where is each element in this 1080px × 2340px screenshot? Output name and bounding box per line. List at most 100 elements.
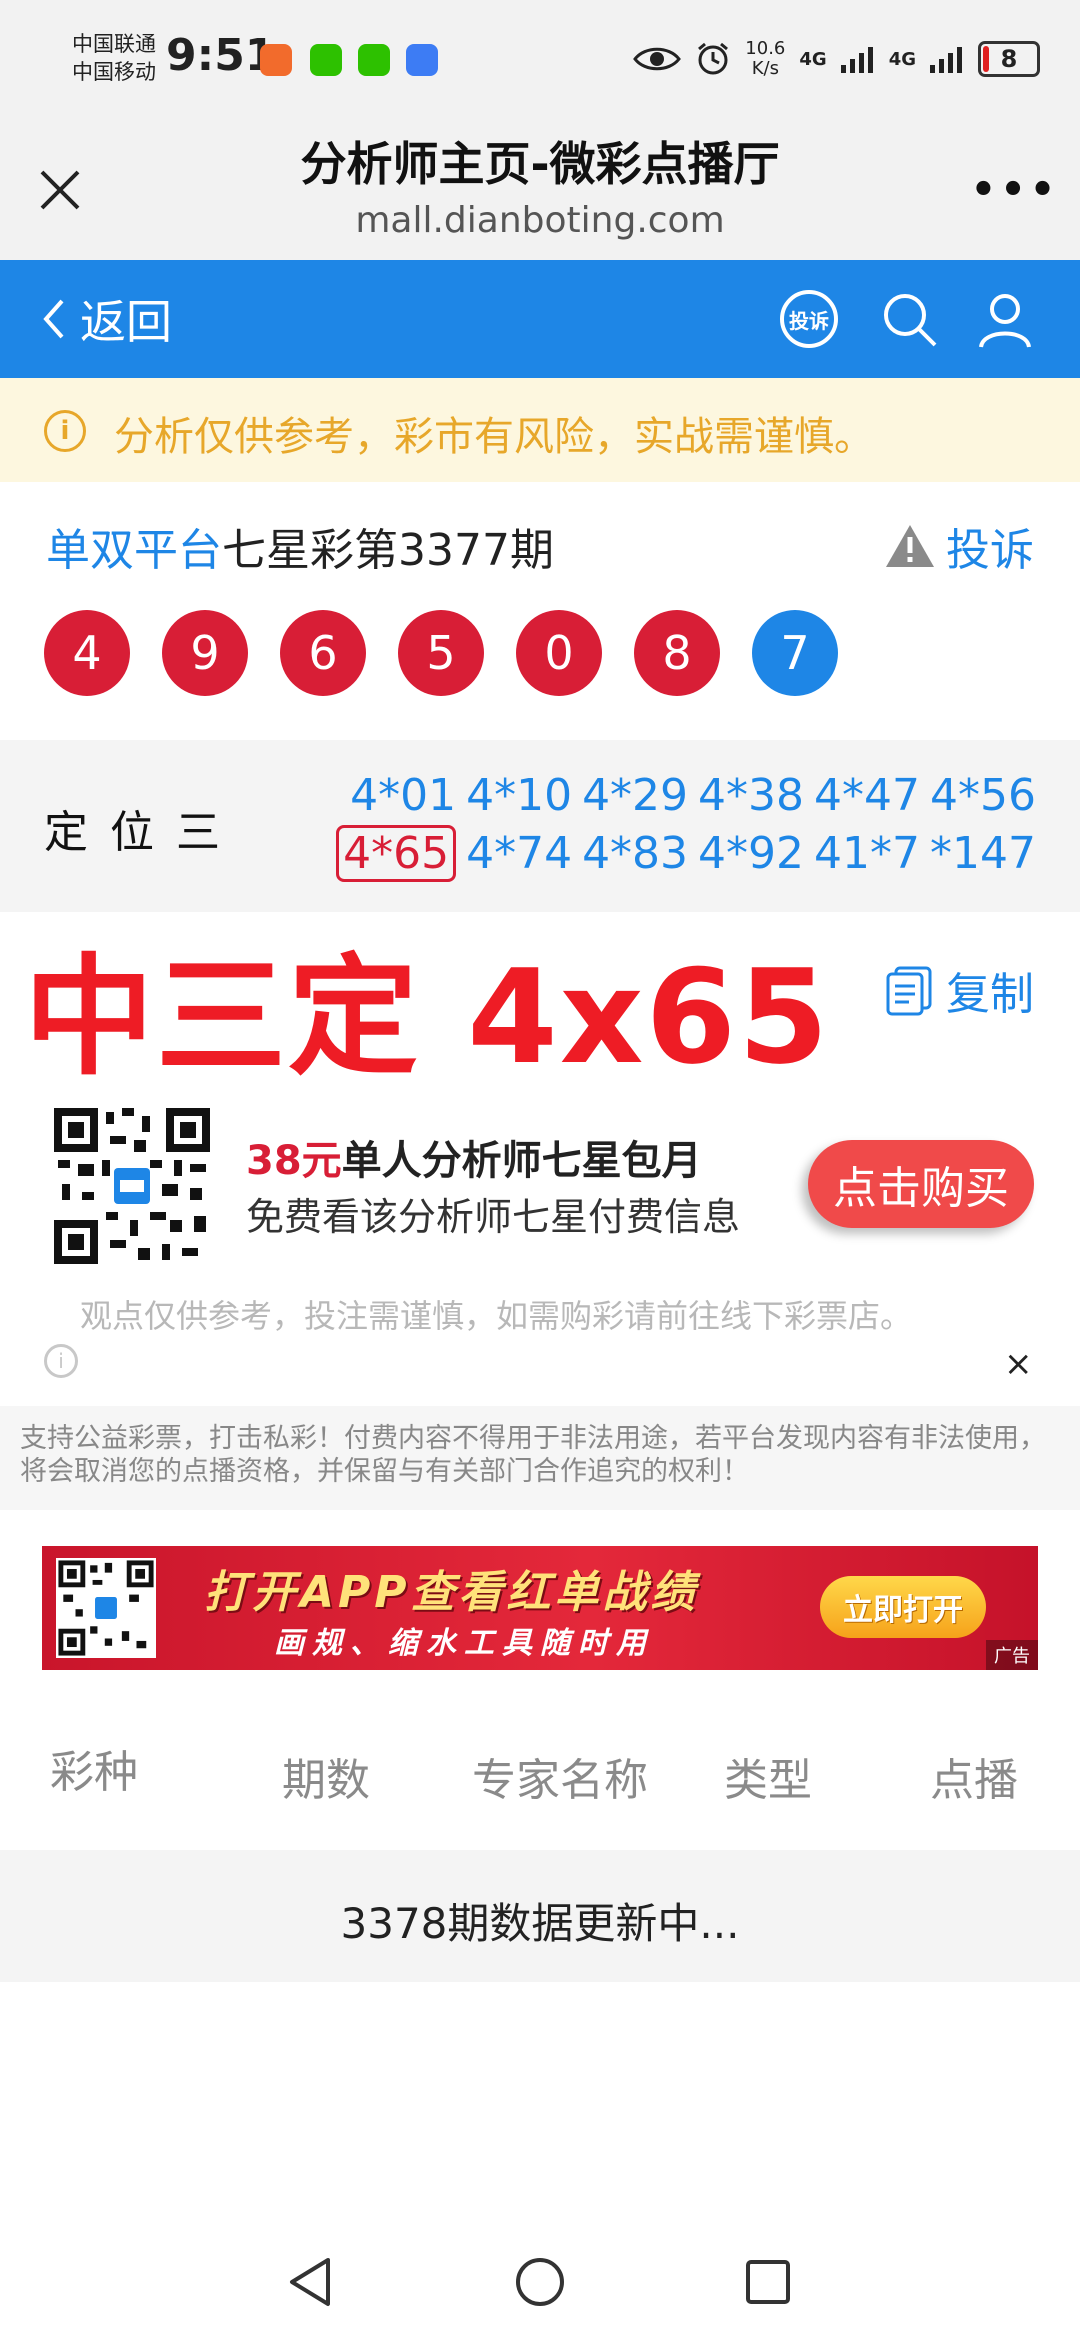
info-icon: i [44,1344,78,1378]
user-icon [979,294,1031,348]
info-icon: i [44,410,86,452]
app-notification-icon [260,44,292,76]
prediction-type: 定位三 [44,807,242,858]
winning-numbers: 4 9 6 5 0 8 7 [44,610,838,696]
warning-icon [886,525,934,567]
prediction-number: 4*10 [466,770,573,821]
battery-icon: 8 [978,41,1040,77]
prediction-line-1: 4*01 4*10 4*29 4*38 4*47 4*56 [340,770,1036,821]
net-speed: 10.6 K/s [745,39,785,79]
number-ball: 4 [44,610,130,696]
signal-label-1: 4G [799,48,827,70]
promo-title-text: 单人分析师七星包月 [341,1138,702,1184]
close-disclaimer-button[interactable]: × [1004,1344,1033,1384]
signal-bars-icon [840,47,873,73]
net-speed-unit: K/s [751,58,779,79]
column-header-issue: 期数 [282,1755,370,1806]
page-title: 分析师主页-微彩点播厅 [300,137,780,191]
recents-square-icon [746,2260,790,2304]
number-ball: 9 [162,610,248,696]
app-nav-bar: 返回 投诉 [0,260,1080,378]
wechat-icon [358,44,390,76]
ad-subtitle: 画规、缩水工具随时用 [274,1626,654,1661]
complain-button[interactable]: 投诉 [776,286,842,352]
notice-text: 分析仅供参考，彩市有风险，实战需谨慎。 [114,414,874,460]
alarm-icon [698,42,729,75]
app-ad-banner[interactable]: 打开APP查看红单战绩 画规、缩水工具随时用 立即打开 广告 [42,1546,1038,1670]
carrier-1: 中国联通 [72,32,156,56]
ad-badge: 广告 [986,1640,1038,1670]
buy-button[interactable]: 点击购买 [808,1140,1034,1228]
report-link[interactable]: 投诉 [884,514,1034,578]
open-app-button[interactable]: 立即打开 [820,1576,986,1638]
search-icon [884,294,937,347]
qr-code-image [50,1104,214,1268]
prediction-number: 4*74 [466,828,573,879]
platform-name[interactable]: 单双平台 [46,525,222,576]
promo-title: 38元单人分析师七星包月 [246,1128,702,1186]
prediction-number: 4*83 [582,828,689,879]
prediction-number: 4*29 [582,770,689,821]
promo-subtitle: 免费看该分析师七星付费信息 [246,1195,741,1239]
system-nav-bar [0,2230,1080,2340]
prediction-number: 4*92 [698,828,805,879]
column-header-expert: 专家名称 [472,1755,648,1806]
user-button[interactable] [972,286,1038,352]
status-bar: 中国联通 中国移动 9:51 10.6 K/s 4G 4G 8 [0,0,1080,120]
nav-back-button[interactable] [280,2252,340,2312]
data-transfer-icon [406,44,438,76]
wechat-icon [310,44,342,76]
more-menu-button[interactable]: ••• [971,160,1056,220]
prediction-number: 41*7 [814,828,921,879]
legal-text: 支持公益彩票，打击私彩！付费内容不得用于非法用途，若平台发现内容有非法使用，将会… [20,1423,1046,1487]
back-button[interactable]: 返回 [40,284,172,354]
table-status-row: 3378期数据更新中... [0,1850,1080,1982]
battery-level: 8 [1000,45,1018,73]
search-button[interactable] [876,286,942,352]
prediction-number: 4*47 [814,770,921,821]
prediction-number: *147 [930,828,1036,879]
number-ball: 5 [398,610,484,696]
home-circle-icon [516,2258,564,2306]
copy-icon [886,966,932,1016]
promo-price: 38元 [246,1138,342,1184]
ad-title: 打开APP查看红单战绩 [204,1567,699,1618]
special-number-ball: 7 [752,610,838,696]
nav-recents-button[interactable] [738,2252,798,2312]
chevron-left-icon [43,299,64,339]
complain-icon: 投诉 [780,290,838,348]
lottery-title: 单双平台七星彩第3377期 [46,514,554,578]
signal-label-2: 4G [888,48,916,70]
column-header-type: 类型 [724,1755,812,1806]
carrier-info: 中国联通 中国移动 [72,30,156,86]
prediction-number-hit: 4*65 [336,825,457,882]
number-ball: 8 [634,610,720,696]
signal-bars-icon [930,47,962,73]
risk-notice: i 分析仅供参考，彩市有风险，实战需谨慎。 [0,378,1080,482]
number-ball: 0 [516,610,602,696]
carrier-2: 中国移动 [72,60,156,84]
update-status-text: 3378期数据更新中... [340,1899,740,1948]
back-triangle-icon [290,2258,330,2306]
copy-button[interactable]: 复制 [884,958,1034,1022]
hit-result-banner: 中三定 4x65 [24,941,831,1093]
number-ball: 6 [280,610,366,696]
prediction-number: 4*38 [698,770,805,821]
back-label: 返回 [80,295,172,349]
nav-home-button[interactable] [510,2252,570,2312]
qr-code-image [56,1558,156,1658]
net-speed-value: 10.6 [745,38,786,59]
prediction-line-2: 4*65 4*74 4*83 4*92 41*7 *147 [326,825,1036,882]
close-button[interactable] [30,160,90,220]
browser-title-bar: 分析师主页-微彩点播厅 mall.dianboting.com ••• [0,120,1080,260]
issue-title: 七星彩第3377期 [222,525,554,576]
page-url: mall.dianboting.com [355,200,725,241]
report-label: 投诉 [946,525,1034,576]
column-header-vod: 点播 [930,1755,1018,1806]
copy-label: 复制 [946,969,1034,1020]
close-icon [40,170,80,210]
eye-icon [633,47,682,71]
column-header-lottery: 彩种 [50,1747,138,1798]
disclaimer-text: 观点仅供参考，投注需谨慎，如需购彩请前往线下彩票店。 [80,1297,913,1335]
prediction-number: 4*01 [350,770,457,821]
